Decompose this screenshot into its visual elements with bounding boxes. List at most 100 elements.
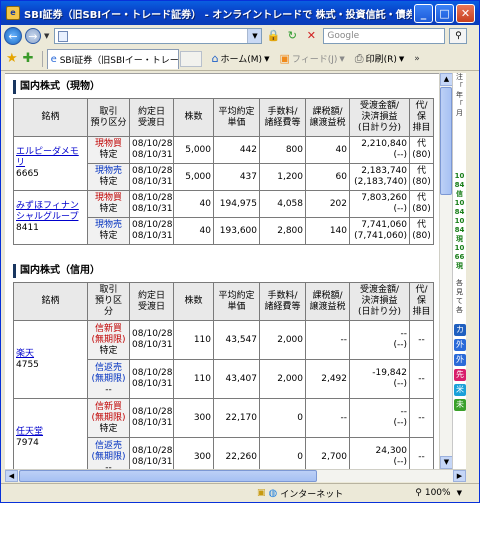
date-cell: 08/10/28 08/10/31 — [129, 136, 174, 164]
date-cell: 08/10/28 08/10/31 — [129, 320, 174, 360]
more-commands-icon[interactable]: » — [414, 54, 420, 64]
close-button[interactable]: ✕ — [456, 3, 475, 23]
column-header: 平均約定 単価 — [213, 282, 260, 321]
stop-icon[interactable]: ✕ — [303, 28, 319, 44]
side-panel-item: 84 — [454, 181, 465, 189]
search-input[interactable]: Google — [323, 28, 446, 44]
side-panel-button[interactable]: カ — [454, 324, 466, 336]
side-panel-spacer — [453, 118, 466, 172]
print-button[interactable]: ⎙ 印刷(R) ▼ — [355, 52, 404, 66]
amount-cell: 7,803,260 (--) — [349, 190, 410, 218]
tax-cell: 60 — [305, 163, 350, 191]
vertical-scrollbar[interactable]: ▲ ▼ — [439, 73, 453, 469]
security-zone[interactable]: ▣ ◍ インターネット — [257, 487, 343, 500]
security-name-link[interactable]: 楽天 — [16, 349, 85, 360]
feed-button[interactable]: ▣ フィード(J) ▼ — [279, 52, 344, 65]
column-header-text: 代/保 — [415, 101, 428, 122]
price-cell: 442 — [213, 136, 260, 164]
account-type: 特定 — [99, 204, 118, 214]
vertical-scroll-thumb[interactable] — [440, 87, 452, 195]
date-cell: 08/10/28 08/10/31 — [129, 217, 174, 245]
profit-loss: (--) — [393, 340, 407, 350]
other-cell: 代 (80) — [409, 217, 434, 245]
horizontal-scrollbar[interactable]: ◀ ▶ — [5, 469, 466, 482]
column-header-text: 預り区 — [94, 296, 122, 306]
horizontal-scroll-thumb[interactable] — [19, 470, 317, 482]
security-name-link[interactable]: みずほフィナンシャルグループ — [16, 201, 85, 223]
browser-window: e SBI証券（旧SBIイー・トレード証券） - オンライントレードで 株式・投… — [0, 0, 480, 503]
tax-cell: 2,700 — [305, 437, 350, 469]
column-header-text: 手数料/ — [267, 290, 298, 301]
side-panel-button[interactable]: 先 — [454, 369, 466, 381]
column-header-text: 単価 — [227, 301, 246, 312]
refresh-icon[interactable]: ↻ — [284, 28, 300, 44]
date-cell: 08/10/28 08/10/31 — [129, 398, 174, 438]
fee-cell: 2,800 — [259, 217, 306, 245]
security-name-link[interactable]: 任天堂 — [16, 427, 85, 438]
address-field[interactable]: ▼ — [54, 28, 263, 44]
amount-cell: 24,300 (--) — [349, 437, 410, 469]
side-panel-text: 「 — [456, 100, 463, 108]
side-panel-item: 現 — [456, 235, 463, 243]
lock-icon[interactable]: 🔒 — [265, 28, 281, 44]
term-type: (無期限) — [91, 334, 126, 345]
scroll-right-icon[interactable]: ▶ — [453, 470, 466, 482]
protected-mode-icon: ▣ — [257, 488, 266, 498]
security-cell: 楽天 4755 — [13, 320, 88, 399]
title-bar[interactable]: e SBI証券（旧SBIイー・トレード証券） - オンライントレードで 株式・投… — [1, 1, 479, 25]
amount-cell: 2,210,840 (--) — [349, 136, 410, 164]
minimize-button[interactable]: _ — [414, 3, 433, 23]
side-panel-note: て — [456, 297, 463, 305]
back-button[interactable]: ← — [4, 27, 22, 45]
column-header-text: 取引 — [99, 106, 118, 117]
favorites-star-icon[interactable]: ★ — [6, 51, 18, 66]
zoom-label: 100% — [424, 488, 451, 498]
fee-cell: 0 — [259, 398, 306, 438]
settlement-amount: 2,210,840 — [361, 139, 407, 149]
margin-section-title: 国内株式（信用） — [13, 264, 433, 278]
side-panel-text: 月 — [456, 109, 463, 117]
globe-icon: ◍ — [268, 487, 278, 499]
date-cell: 08/10/28 08/10/31 — [129, 163, 174, 191]
amount-cell: -- (--) — [349, 398, 410, 438]
side-panel-button[interactable]: 米 — [454, 384, 466, 396]
trade-type: 信返売 — [94, 362, 122, 373]
side-panel-item: 66 — [454, 253, 465, 261]
security-cell: みずほフィナンシャルグループ 8411 — [13, 190, 88, 245]
zoom-control[interactable]: ⚲ 100% ▼ — [415, 488, 462, 498]
amount-cell: -19,842 (--) — [349, 359, 410, 399]
trade-type-cell: 現物売 特定 — [87, 217, 130, 245]
security-name-link[interactable]: エルピーダメモリ — [16, 147, 85, 169]
spot-trades-table: 銘柄 取引 預り区分 約定日 受渡日 株数 平均約定 単価 手数料/諸経費等 課税額/譲渡益税 受渡… — [13, 98, 434, 245]
side-panel-text: 「 — [456, 82, 463, 90]
address-dropdown-icon[interactable]: ▼ — [247, 29, 262, 43]
column-header-text: 課税額/ — [312, 290, 343, 301]
qty-cell: 5,000 — [173, 136, 214, 164]
maximize-button[interactable]: □ — [435, 3, 454, 23]
fee-cell: 2,000 — [259, 320, 306, 360]
forward-button[interactable]: → — [25, 28, 41, 44]
home-button[interactable]: ⌂ ホーム(M) ▼ — [212, 52, 270, 65]
scroll-left-icon[interactable]: ◀ — [5, 470, 18, 482]
add-favorites-icon[interactable]: ✚ — [23, 51, 34, 66]
side-panel-button[interactable]: 未 — [454, 399, 466, 411]
side-panel-text: 年 — [456, 91, 463, 99]
tab-sbi[interactable]: e SBI証券（旧SBIイー・トレー... — [46, 48, 179, 69]
tab-label: SBI証券（旧SBIイー・トレー... — [59, 55, 179, 66]
table-row: 任天堂 7974 信新買 (無期限) 特定 08/10/28 08/10/31 300 22,1… — [13, 398, 434, 469]
history-dropdown-icon[interactable]: ▼ — [44, 32, 49, 40]
column-header: 手数料/諸経費等 — [259, 282, 306, 321]
table-row: みずほフィナンシャルグループ 8411 現物買 特定 08/10/28 08/10/31 4… — [13, 190, 434, 245]
new-tab-button[interactable] — [179, 50, 202, 67]
side-panel-button[interactable]: 外 — [454, 354, 466, 366]
column-header: 銘柄 — [13, 282, 88, 321]
column-header-text: 銘柄 — [41, 296, 60, 306]
search-button[interactable]: ⚲ — [449, 28, 468, 44]
zoom-dropdown-icon[interactable]: ▼ — [457, 489, 462, 497]
side-panel-button[interactable]: 外 — [454, 339, 466, 351]
column-header-text: 約定日 — [137, 106, 165, 117]
column-header-text: 受渡日 — [137, 301, 165, 312]
settlement-date: 08/10/31 — [132, 379, 173, 389]
settlement-date: 08/10/31 — [132, 150, 173, 160]
tax-cell: 202 — [305, 190, 350, 218]
